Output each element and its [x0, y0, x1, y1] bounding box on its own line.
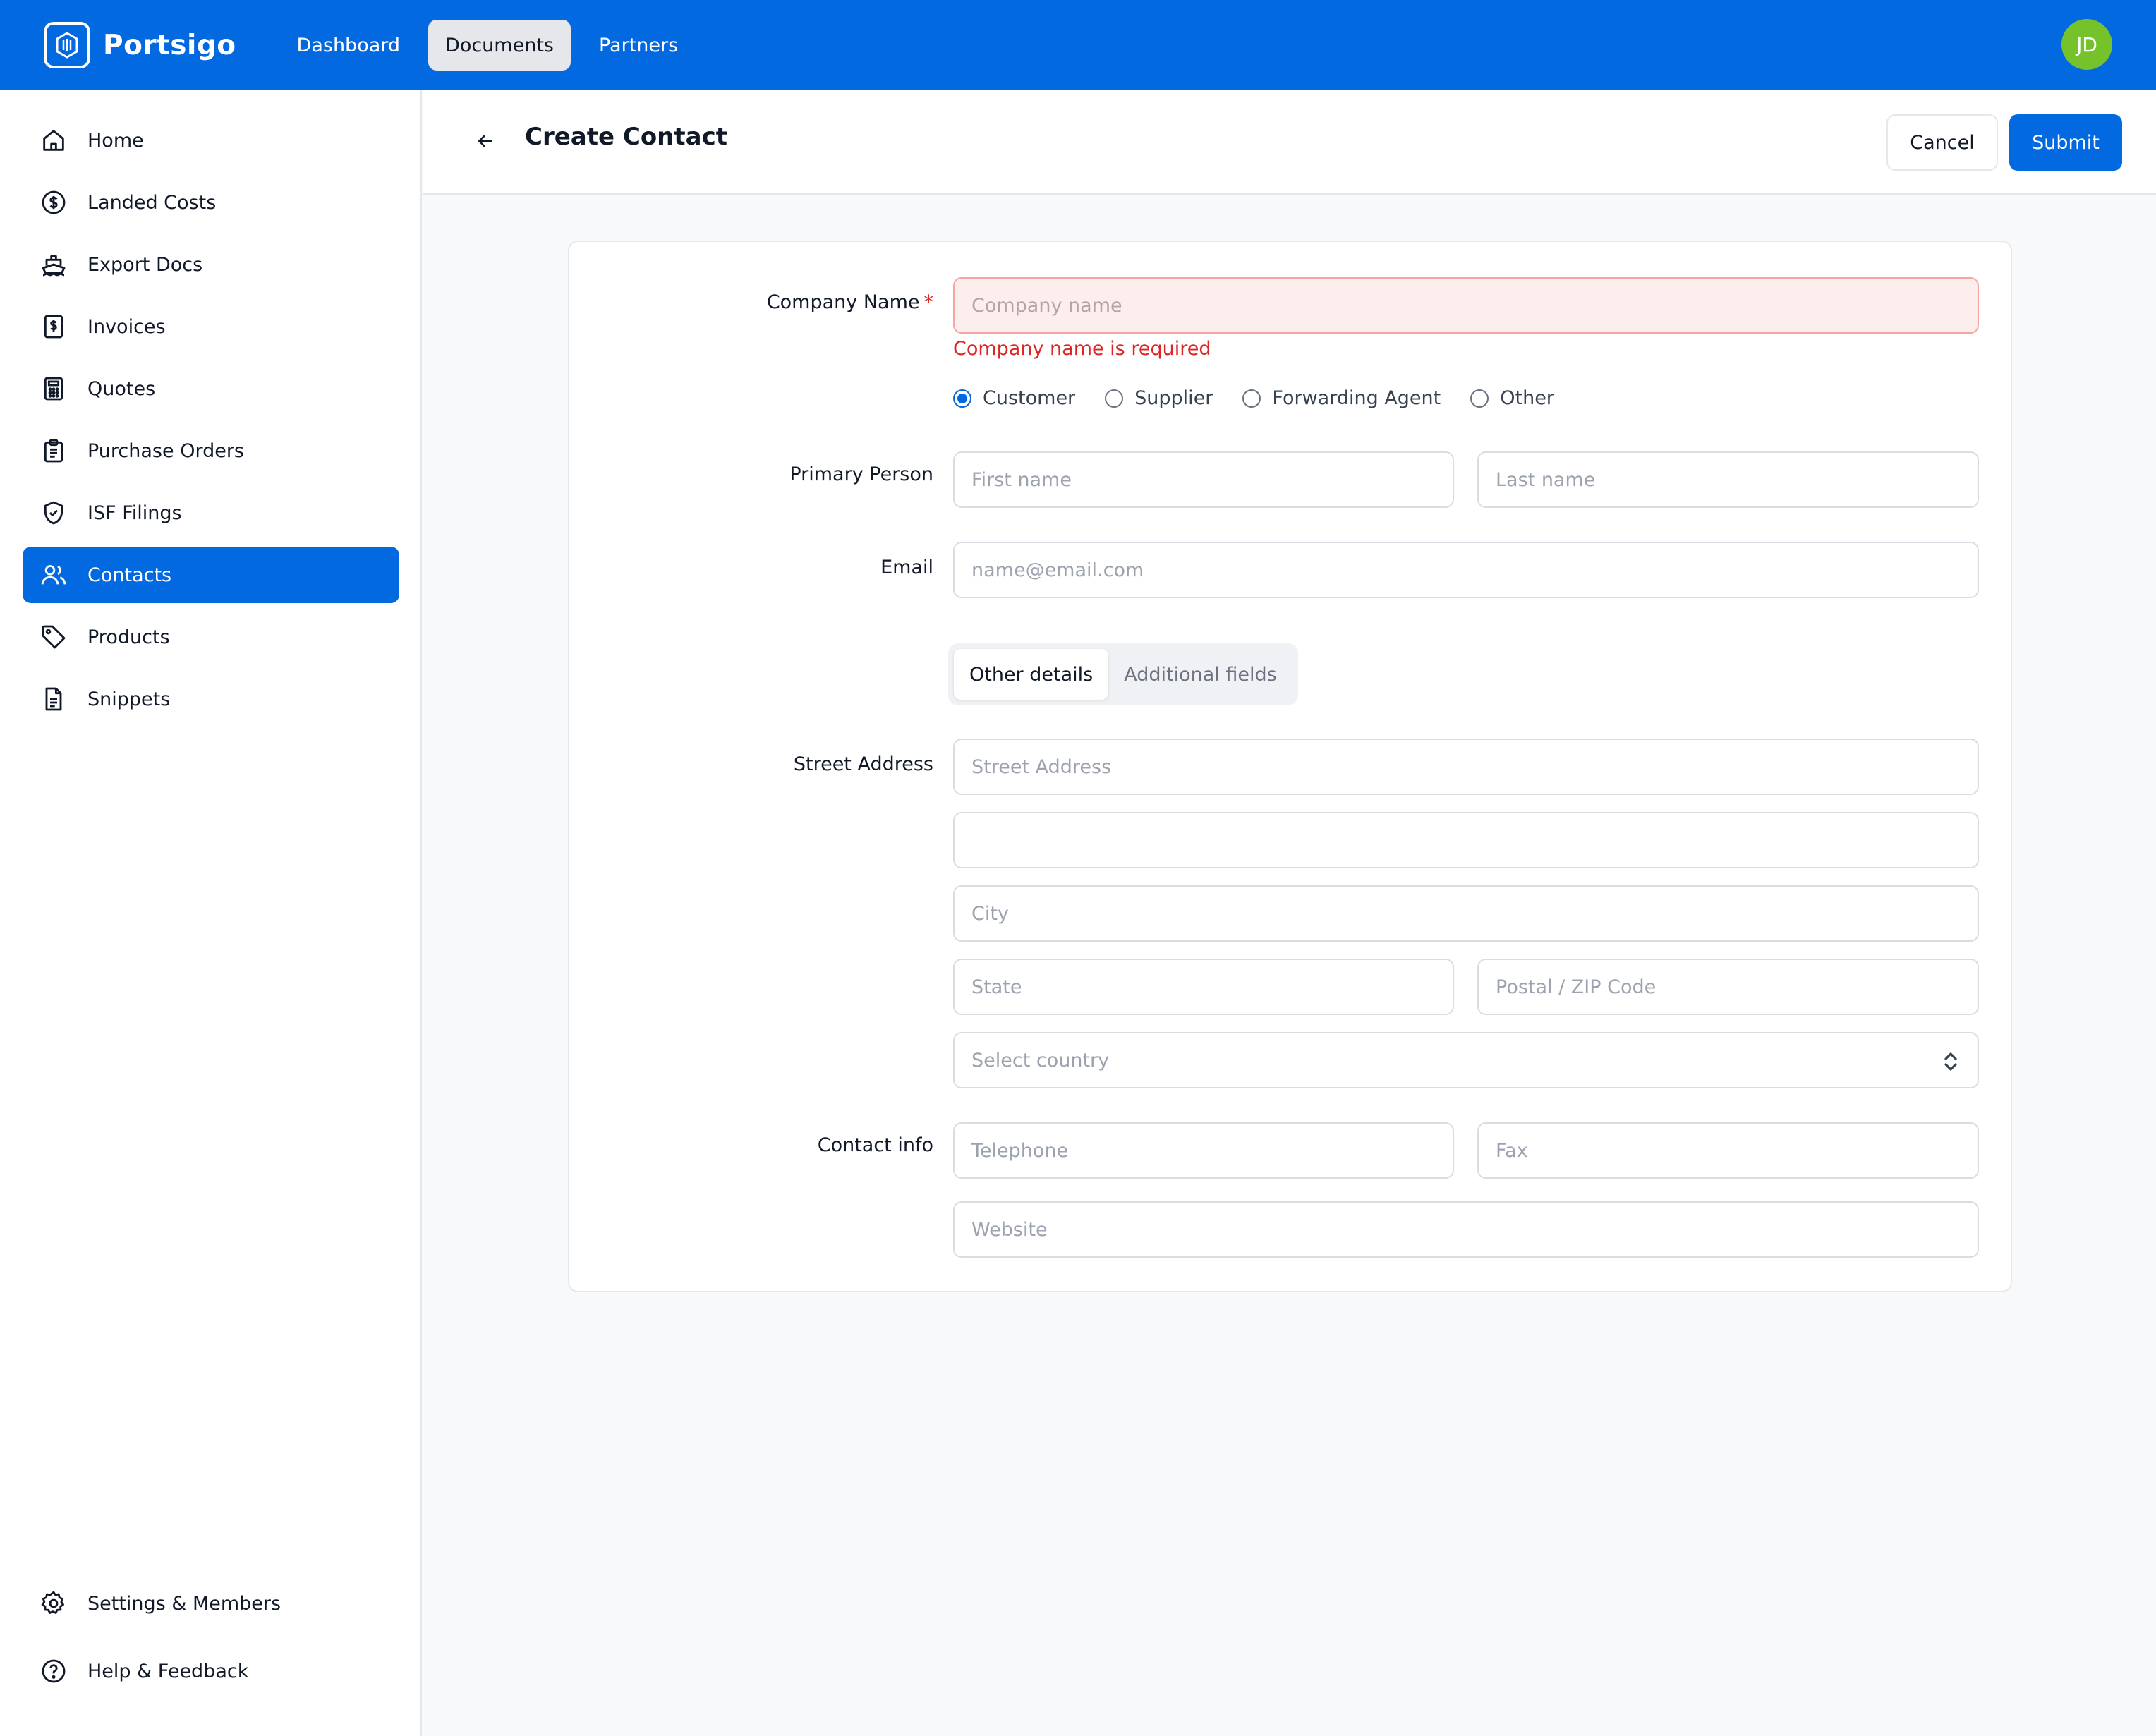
radio-label: Other [1500, 387, 1554, 409]
radio-other[interactable]: Other [1470, 387, 1554, 409]
radio-label: Forwarding Agent [1272, 387, 1441, 409]
dollar-circle-icon [40, 188, 68, 217]
clipboard-icon [40, 437, 68, 465]
radio-checked-icon [953, 389, 971, 408]
radio-unchecked-icon [1242, 389, 1261, 408]
home-icon [40, 126, 68, 154]
document-icon [40, 685, 68, 713]
radio-unchecked-icon [1470, 389, 1489, 408]
topnav-documents[interactable]: Documents [428, 20, 571, 71]
sidebar-item-quotes[interactable]: Quotes [23, 360, 399, 417]
sidebar-item-label: Products [87, 626, 170, 648]
country-select[interactable]: Select country [953, 1032, 1979, 1088]
last-name-input[interactable] [1477, 451, 1979, 508]
user-avatar[interactable]: JD [2061, 19, 2112, 70]
tab-other-details[interactable]: Other details [954, 649, 1109, 700]
top-nav: Dashboard Documents Partners [280, 20, 707, 71]
sidebar-item-isf-filings[interactable]: ISF Filings [23, 485, 399, 541]
company-name-label: Company Name * [569, 291, 933, 313]
company-name-input[interactable] [953, 277, 1979, 334]
back-arrow-icon[interactable] [470, 126, 501, 157]
invoice-icon [40, 312, 68, 341]
sidebar-item-label: Snippets [87, 688, 171, 710]
radio-label: Customer [983, 387, 1076, 409]
street-address-line2-input[interactable] [953, 812, 1979, 868]
portsigo-logo-icon [44, 22, 90, 68]
users-icon [40, 561, 68, 589]
sidebar-item-label: Home [87, 129, 144, 152]
topnav-dashboard[interactable]: Dashboard [280, 20, 417, 71]
contact-info-label: Contact info [817, 1134, 933, 1156]
telephone-input[interactable] [953, 1122, 1454, 1179]
brand[interactable]: Portsigo [44, 22, 236, 68]
sidebar-item-help-feedback[interactable]: Help & Feedback [23, 1643, 399, 1699]
page-header: Create Contact Cancel Submit [423, 90, 2156, 195]
brand-name: Portsigo [103, 29, 236, 61]
tab-additional-fields[interactable]: Additional fields [1108, 649, 1292, 700]
help-circle-icon [40, 1657, 68, 1685]
sidebar-item-label: Quotes [87, 377, 156, 400]
email-input[interactable] [953, 542, 1979, 598]
sidebar: Home Landed Costs Export Docs Invoices Q… [0, 90, 422, 1736]
page-title: Create Contact [525, 123, 727, 151]
state-input[interactable] [953, 959, 1454, 1015]
topnav-partners[interactable]: Partners [582, 20, 695, 71]
create-contact-form: Company Name* Company name is required C… [568, 241, 2012, 1292]
chevron-up-down-icon [1941, 1050, 1961, 1073]
sidebar-item-label: Contacts [87, 564, 172, 586]
website-input[interactable] [953, 1201, 1979, 1258]
required-asterisk: * [923, 291, 934, 313]
sidebar-item-products[interactable]: Products [23, 609, 399, 665]
primary-person-label: Primary Person [789, 463, 933, 485]
contact-type-radio-group: Customer Supplier Forwarding Agent Other [953, 387, 1584, 409]
sidebar-item-label: Settings & Members [87, 1592, 281, 1615]
sidebar-item-label: ISF Filings [87, 502, 182, 524]
submit-button[interactable]: Submit [2009, 114, 2122, 171]
sidebar-item-home[interactable]: Home [23, 112, 399, 169]
ship-icon [40, 250, 68, 279]
shield-check-icon [40, 499, 68, 527]
calculator-icon [40, 375, 68, 403]
details-tabs: Other details Additional fields [948, 643, 1298, 705]
street-address-label: Street Address [793, 753, 933, 775]
sidebar-item-label: Purchase Orders [87, 439, 244, 462]
company-name-error: Company name is required [953, 338, 1211, 360]
gear-icon [40, 1589, 68, 1617]
fax-input[interactable] [1477, 1122, 1979, 1179]
radio-label: Supplier [1134, 387, 1213, 409]
sidebar-item-purchase-orders[interactable]: Purchase Orders [23, 423, 399, 479]
street-address-input[interactable] [953, 739, 1979, 795]
sidebar-item-settings-members[interactable]: Settings & Members [23, 1575, 399, 1632]
sidebar-item-contacts[interactable]: Contacts [23, 547, 399, 603]
sidebar-item-invoices[interactable]: Invoices [23, 298, 399, 355]
radio-customer[interactable]: Customer [953, 387, 1075, 409]
cancel-button[interactable]: Cancel [1886, 114, 1998, 171]
sidebar-item-landed-costs[interactable]: Landed Costs [23, 174, 399, 231]
sidebar-item-label: Landed Costs [87, 191, 217, 214]
country-select-placeholder: Select country [971, 1049, 1110, 1072]
top-bar: Portsigo Dashboard Documents Partners JD [0, 0, 2156, 90]
sidebar-item-export-docs[interactable]: Export Docs [23, 236, 399, 293]
first-name-input[interactable] [953, 451, 1454, 508]
radio-unchecked-icon [1105, 389, 1124, 408]
city-input[interactable] [953, 885, 1979, 942]
company-name-label-text: Company Name [766, 291, 920, 313]
sidebar-item-label: Export Docs [87, 253, 203, 276]
sidebar-item-label: Invoices [87, 315, 166, 338]
tag-icon [40, 623, 68, 651]
sidebar-item-snippets[interactable]: Snippets [23, 671, 399, 727]
radio-forwarding-agent[interactable]: Forwarding Agent [1242, 387, 1441, 409]
sidebar-item-label: Help & Feedback [87, 1660, 249, 1682]
email-label: Email [880, 557, 933, 578]
radio-supplier[interactable]: Supplier [1105, 387, 1213, 409]
zip-code-input[interactable] [1477, 959, 1979, 1015]
